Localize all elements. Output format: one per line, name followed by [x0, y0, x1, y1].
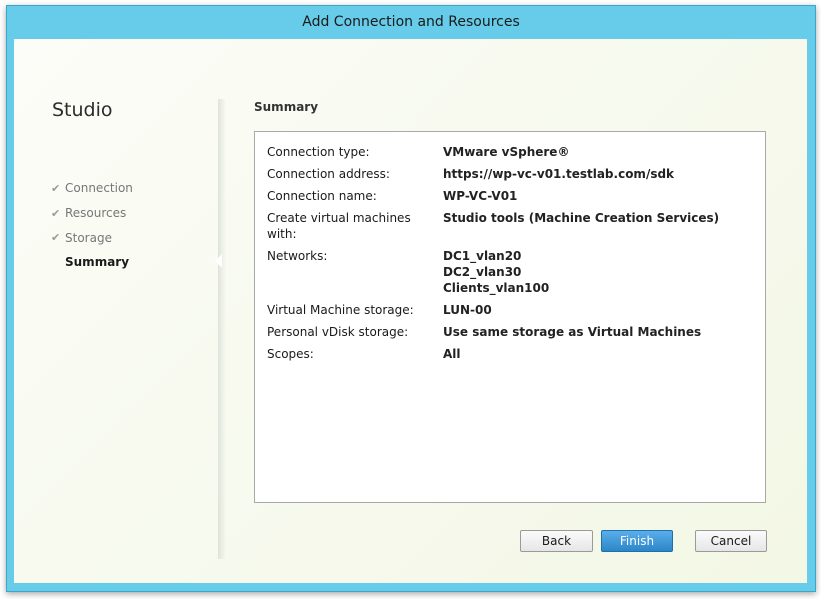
- summary-row-networks: Networks: DC1_vlan20 DC2_vlan30 Clients_…: [267, 248, 719, 296]
- summary-value: Use same storage as Virtual Machines: [443, 325, 702, 339]
- step-connection: ✔ Connection: [51, 176, 133, 201]
- summary-row-pvd-storage: Personal vDisk storage: Use same storage…: [267, 324, 719, 340]
- summary-label: Connection name:: [267, 189, 377, 203]
- back-button[interactable]: Back: [520, 530, 593, 552]
- summary-value-list: DC1_vlan20 DC2_vlan30 Clients_vlan100: [443, 248, 549, 296]
- current-step-pointer-icon: [215, 254, 222, 268]
- dialog-window: Add Connection and Resources Studio ✔ Co…: [6, 5, 816, 592]
- step-summary: Summary: [51, 250, 133, 275]
- page-title: Summary: [254, 100, 319, 114]
- summary-row-connection-type: Connection type: VMware vSphere®: [267, 144, 719, 160]
- window-title: Add Connection and Resources: [302, 14, 520, 30]
- step-storage: ✔ Storage: [51, 225, 133, 250]
- summary-row-scopes: Scopes: All: [267, 346, 719, 362]
- summary-label: Connection type:: [267, 145, 370, 159]
- summary-label: Virtual Machine storage:: [267, 303, 414, 317]
- summary-label: Create virtual machines with:: [267, 211, 411, 241]
- step-label: Resources: [65, 206, 127, 221]
- checkmark-icon: ✔: [51, 231, 61, 245]
- sidebar-divider: [218, 99, 226, 559]
- step-label: Connection: [65, 181, 133, 196]
- summary-value: VMware vSphere®: [443, 145, 570, 159]
- summary-row-vm-storage: Virtual Machine storage: LUN-00: [267, 302, 719, 318]
- summary-label: Networks:: [267, 249, 328, 263]
- checkmark-icon: ✔: [51, 206, 61, 220]
- checkmark-icon: ✔: [51, 181, 61, 195]
- summary-label: Connection address:: [267, 167, 390, 181]
- dialog-client-area: Studio ✔ Connection ✔ Resources ✔ Storag…: [14, 39, 807, 583]
- sidebar-title: Studio: [52, 99, 113, 121]
- step-label: Summary: [65, 255, 130, 270]
- finish-button[interactable]: Finish: [601, 530, 673, 552]
- summary-value: Studio tools (Machine Creation Services): [443, 211, 720, 225]
- summary-row-connection-name: Connection name: WP-VC-V01: [267, 188, 719, 204]
- wizard-sidebar: Studio ✔ Connection ✔ Resources ✔ Storag…: [14, 39, 219, 583]
- summary-row-create-vms: Create virtual machines with: Studio too…: [267, 210, 719, 242]
- step-resources: ✔ Resources: [51, 201, 133, 226]
- summary-panel: Connection type: VMware vSphere® Connect…: [254, 131, 766, 503]
- summary-value: https://wp-vc-v01.testlab.com/sdk: [443, 167, 675, 181]
- summary-value: WP-VC-V01: [443, 189, 518, 203]
- network-item: DC1_vlan20: [443, 249, 522, 263]
- network-item: Clients_vlan100: [443, 281, 550, 295]
- cancel-button[interactable]: Cancel: [695, 530, 767, 552]
- summary-label: Personal vDisk storage:: [267, 325, 409, 339]
- wizard-steps: ✔ Connection ✔ Resources ✔ Storage Summa…: [51, 176, 133, 275]
- summary-value: LUN-00: [443, 303, 492, 317]
- summary-value: All: [443, 347, 461, 361]
- summary-table: Connection type: VMware vSphere® Connect…: [267, 144, 719, 368]
- step-label: Storage: [65, 230, 112, 245]
- network-item: DC2_vlan30: [443, 265, 522, 279]
- summary-row-connection-address: Connection address: https://wp-vc-v01.te…: [267, 166, 719, 182]
- summary-label: Scopes:: [267, 347, 314, 361]
